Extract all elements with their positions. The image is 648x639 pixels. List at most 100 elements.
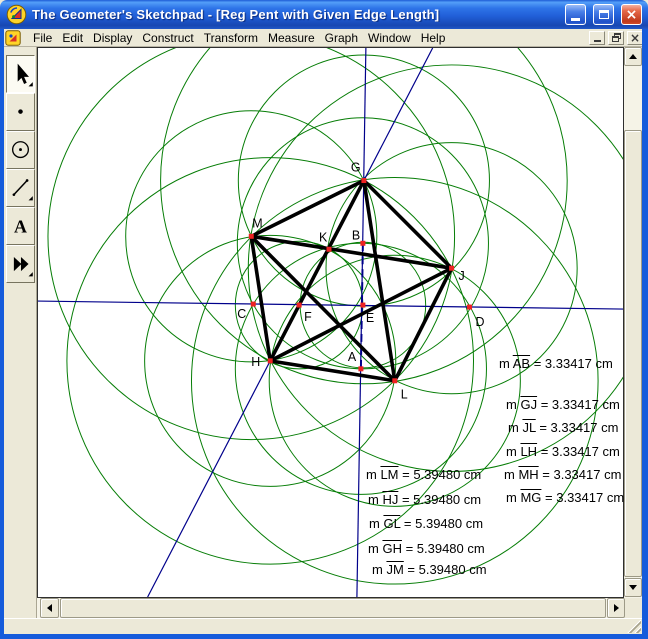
measurement-JL[interactable]: m JL = 3.33417 cm xyxy=(508,420,618,435)
straightedge-tool[interactable] xyxy=(6,169,35,207)
arrow-down-icon xyxy=(629,585,637,590)
point-E[interactable] xyxy=(360,303,365,308)
point-G[interactable] xyxy=(361,178,366,183)
menu-transform[interactable]: Transform xyxy=(199,30,263,46)
horizontal-scroll-thumb[interactable] xyxy=(60,598,606,618)
measurement-JM[interactable]: m JM = 5.39480 cm xyxy=(372,562,487,577)
text-tool[interactable]: A xyxy=(6,207,35,245)
point-F[interactable] xyxy=(297,303,302,308)
custom-tool[interactable] xyxy=(6,245,35,283)
point-B[interactable] xyxy=(360,241,365,246)
point-J[interactable] xyxy=(449,266,454,271)
menu-construct[interactable]: Construct xyxy=(137,30,198,46)
arrow-left-icon xyxy=(47,604,52,612)
scroll-down-button[interactable] xyxy=(624,578,642,597)
document-icon xyxy=(5,30,21,46)
menu-measure[interactable]: Measure xyxy=(263,30,320,46)
measurement-LM[interactable]: m LM = 5.39480 cm xyxy=(366,467,481,482)
measurement-LH[interactable]: m LH = 3.33417 cm xyxy=(506,444,620,459)
point-A[interactable] xyxy=(358,366,363,371)
point-K[interactable] xyxy=(327,247,332,252)
svg-text:A: A xyxy=(14,216,27,236)
vertical-scroll-thumb[interactable] xyxy=(624,130,642,577)
menu-window[interactable]: Window xyxy=(363,30,416,46)
point-L[interactable] xyxy=(392,378,397,383)
window-border-right xyxy=(642,29,648,639)
point-label-M[interactable]: M xyxy=(252,216,262,230)
point-label-H[interactable]: H xyxy=(251,355,260,369)
measurement-AB[interactable]: m AB = 3.33417 cm xyxy=(499,356,613,371)
measurement-MH[interactable]: m MH = 3.33417 cm xyxy=(504,467,621,482)
mdi-minimize-button[interactable] xyxy=(589,31,605,45)
point-D[interactable] xyxy=(467,305,472,310)
arrow-up-icon xyxy=(629,54,637,59)
construction-circle-G-r204[interactable] xyxy=(161,48,568,384)
minimize-icon xyxy=(571,18,580,21)
measurement-MG[interactable]: m MG = 3.33417 cm xyxy=(506,490,624,505)
sketch-drawing: G M K B J C F E D H A L xyxy=(38,48,623,597)
point-label-J[interactable]: J xyxy=(459,269,465,283)
pentagon-edge-JL[interactable] xyxy=(395,268,452,381)
window-title: The Geometer's Sketchpad - [Reg Pent wit… xyxy=(32,7,558,22)
mdi-restore-icon xyxy=(612,33,621,42)
text-icon: A xyxy=(7,210,34,244)
menu-display[interactable]: Display xyxy=(88,30,137,46)
measurement-GJ[interactable]: m GJ = 3.33417 cm xyxy=(506,397,620,412)
point-C[interactable] xyxy=(251,302,256,307)
mdi-close-icon: × xyxy=(630,32,640,44)
app-window: The Geometer's Sketchpad - [Reg Pent wit… xyxy=(0,0,648,639)
point-label-D[interactable]: D xyxy=(476,315,485,329)
custom-icon xyxy=(7,248,34,282)
point-M[interactable] xyxy=(249,234,254,239)
close-icon: × xyxy=(626,8,638,22)
point-label-C[interactable]: C xyxy=(237,307,246,321)
point-label-K[interactable]: K xyxy=(319,230,328,244)
point-label-G[interactable]: G xyxy=(351,161,361,175)
menu-graph[interactable]: Graph xyxy=(320,30,363,46)
arrow-right-icon xyxy=(614,604,619,612)
maximize-icon xyxy=(599,10,609,19)
pentagon-edge-MG[interactable] xyxy=(251,181,364,237)
mdi-minimize-icon xyxy=(594,40,601,42)
point-tool[interactable] xyxy=(6,93,35,131)
measurement-GH[interactable]: m GH = 5.39480 cm xyxy=(368,541,485,556)
menubar: FileEditDisplayConstructTransformMeasure… xyxy=(0,29,648,47)
point-label-L[interactable]: L xyxy=(401,388,408,402)
measurement-GL[interactable]: m GL = 5.39480 cm xyxy=(369,516,483,531)
compass-tool[interactable] xyxy=(6,131,35,169)
titlebar: The Geometer's Sketchpad - [Reg Pent wit… xyxy=(0,0,648,29)
scroll-left-button[interactable] xyxy=(40,598,59,618)
menu-edit[interactable]: Edit xyxy=(57,30,88,46)
mdi-restore-button[interactable] xyxy=(608,31,624,45)
status-bar xyxy=(4,618,642,634)
scroll-right-button[interactable] xyxy=(607,598,625,618)
compass-icon xyxy=(7,134,34,168)
maximize-button[interactable] xyxy=(593,4,614,25)
point-label-E[interactable]: E xyxy=(366,311,374,325)
segment-icon xyxy=(7,172,34,206)
menu-help[interactable]: Help xyxy=(416,30,451,46)
sketch-canvas[interactable]: G M K B J C F E D H A L m AB = 3.33417 cm m GJ = 3.3… xyxy=(37,47,624,598)
point-label-B[interactable]: B xyxy=(352,228,360,242)
arrow-icon xyxy=(7,58,34,92)
resize-grip[interactable] xyxy=(627,619,641,633)
menu-items: FileEditDisplayConstructTransformMeasure… xyxy=(28,29,450,46)
close-button[interactable]: × xyxy=(621,4,642,25)
selection-arrow-tool[interactable] xyxy=(6,55,35,93)
point-label-F[interactable]: F xyxy=(304,310,312,324)
tool-palette: A xyxy=(4,47,37,618)
point-icon xyxy=(7,96,34,130)
menu-file[interactable]: File xyxy=(28,30,57,46)
point-H[interactable] xyxy=(268,358,273,363)
horizontal-scrollbar[interactable] xyxy=(37,598,624,618)
point-label-A[interactable]: A xyxy=(348,350,357,364)
app-logo-icon xyxy=(6,4,27,25)
mdi-close-button[interactable]: × xyxy=(627,31,643,45)
scroll-up-button[interactable] xyxy=(624,47,642,66)
window-border-bottom xyxy=(0,634,648,639)
vertical-scrollbar[interactable] xyxy=(624,47,642,618)
mdi-window-buttons: × xyxy=(589,31,648,45)
measurement-HJ[interactable]: m HJ = 5.39480 cm xyxy=(368,492,481,507)
scrollbar-corner xyxy=(624,598,642,618)
minimize-button[interactable] xyxy=(565,4,586,25)
